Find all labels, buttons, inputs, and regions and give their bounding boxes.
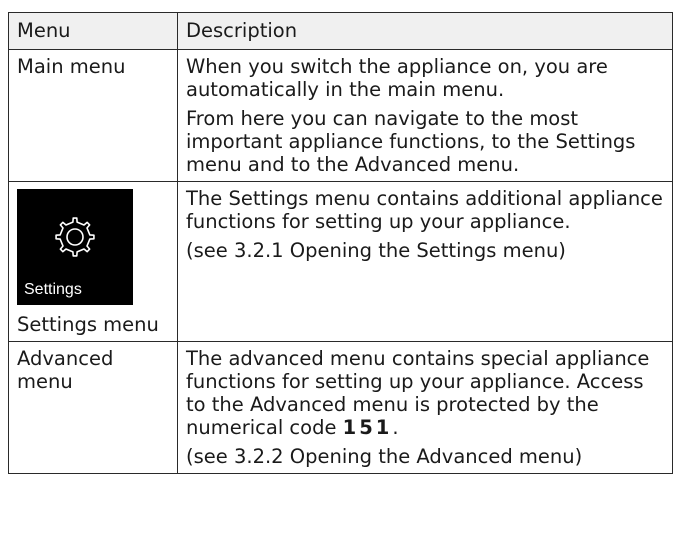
numerical-code: 151 xyxy=(342,416,393,439)
description-paragraph: The advanced menu contains special appli… xyxy=(186,347,664,439)
menu-name: Advanced menu xyxy=(17,347,114,393)
description-paragraph: When you switch the appliance on, you ar… xyxy=(186,55,608,101)
sentence-end: . xyxy=(392,416,399,439)
menu-name: Main menu xyxy=(17,55,126,78)
column-header-description: Description xyxy=(177,12,673,50)
settings-tile: Settings xyxy=(17,189,133,305)
description-paragraph: The Settings menu contains additional ap… xyxy=(186,187,663,233)
menu-cell-advanced: Advanced menu xyxy=(8,341,178,474)
description-paragraph: From here you can navigate to the most i… xyxy=(186,107,636,176)
table-header-row: Menu Description xyxy=(8,12,673,50)
description-cell-settings: The Settings menu contains additional ap… xyxy=(177,181,673,342)
menu-cell-main: Main menu xyxy=(8,49,178,182)
menu-name: Settings menu xyxy=(17,313,159,336)
column-header-menu: Menu xyxy=(8,12,178,50)
menu-description-table: Menu Description Main menu When you swit… xyxy=(8,12,673,474)
gear-icon xyxy=(55,217,95,257)
table-row: Settings Settings menu The Settings menu… xyxy=(8,181,673,342)
advanced-reference: (see 3.2.2 Opening the Advanced menu) xyxy=(186,445,583,468)
settings-reference: (see 3.2.1 Opening the Settings menu) xyxy=(186,239,566,262)
advanced-description-text: The advanced menu contains special appli… xyxy=(186,347,650,439)
description-cell-advanced: The advanced menu contains special appli… xyxy=(177,341,673,474)
menu-cell-settings: Settings Settings menu xyxy=(8,181,178,342)
table-row: Main menu When you switch the appliance … xyxy=(8,49,673,182)
description-cell-main: When you switch the appliance on, you ar… xyxy=(177,49,673,182)
table-row: Advanced menu The advanced menu contains… xyxy=(8,341,673,474)
settings-tile-caption: Settings xyxy=(24,281,82,298)
